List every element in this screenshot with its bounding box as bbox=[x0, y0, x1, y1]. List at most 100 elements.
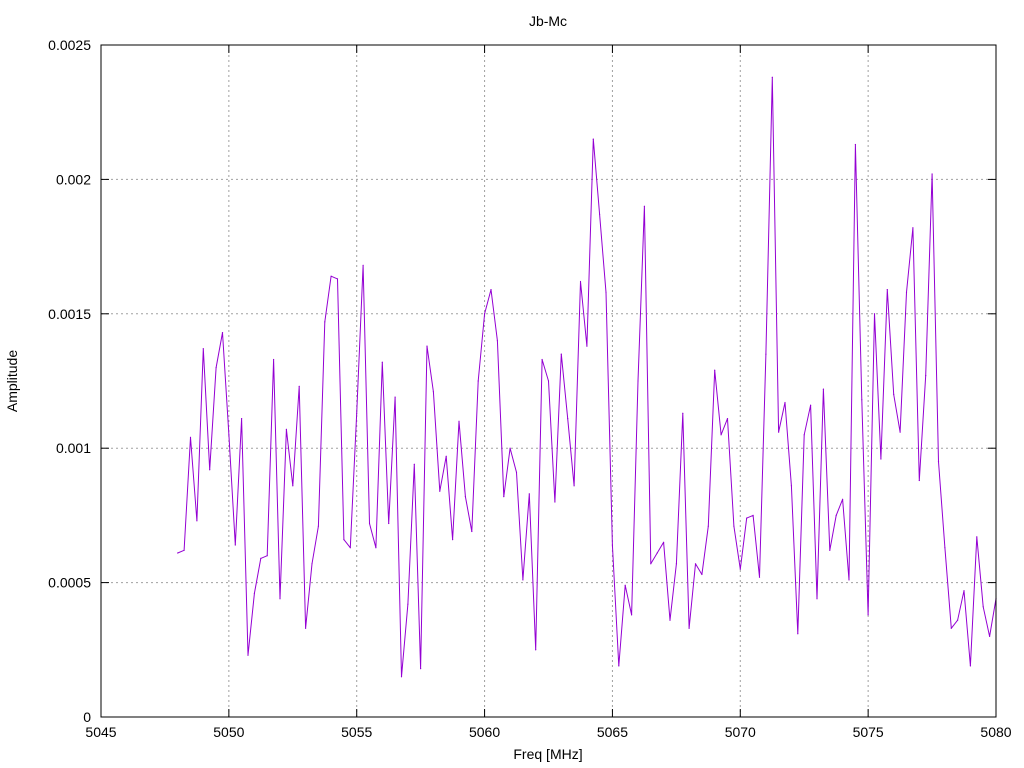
data-point bbox=[215, 367, 217, 369]
x-tick-label: 5070 bbox=[725, 724, 756, 740]
data-point bbox=[471, 530, 473, 533]
data-point bbox=[420, 668, 422, 670]
data-point bbox=[209, 469, 211, 471]
data-point bbox=[739, 568, 741, 570]
data-point bbox=[963, 590, 965, 592]
data-point bbox=[758, 576, 761, 578]
data-point bbox=[554, 501, 556, 503]
data-point bbox=[407, 603, 409, 605]
data-point bbox=[477, 380, 479, 382]
data-point bbox=[669, 619, 671, 621]
data-point bbox=[266, 555, 268, 557]
data-point bbox=[426, 345, 428, 347]
data-point bbox=[234, 544, 236, 546]
y-tick-label: 0.001 bbox=[56, 440, 91, 456]
data-point bbox=[918, 479, 920, 482]
data-point bbox=[605, 291, 607, 293]
data-point bbox=[445, 455, 447, 457]
data-point bbox=[464, 496, 466, 498]
data-point bbox=[535, 649, 537, 651]
data-point bbox=[925, 375, 927, 377]
data-point bbox=[400, 676, 403, 678]
data-point bbox=[515, 471, 518, 473]
data-point bbox=[675, 563, 678, 565]
y-tick-label: 0 bbox=[83, 709, 91, 725]
data-point bbox=[618, 665, 620, 667]
data-point bbox=[822, 388, 825, 390]
data-point bbox=[177, 552, 179, 554]
data-point bbox=[733, 525, 735, 527]
x-tick-label: 5055 bbox=[341, 724, 372, 740]
data-point bbox=[330, 275, 332, 277]
data-point bbox=[579, 280, 582, 283]
x-tick-label: 5045 bbox=[85, 724, 116, 740]
x-tick-label: 5080 bbox=[980, 724, 1011, 740]
data-point bbox=[650, 563, 652, 565]
data-point bbox=[931, 173, 933, 175]
data-point bbox=[663, 541, 665, 543]
data-point bbox=[854, 143, 857, 146]
data-point bbox=[746, 517, 748, 519]
data-point bbox=[905, 291, 908, 293]
y-tick-label: 0.0025 bbox=[48, 37, 91, 53]
data-point bbox=[356, 412, 358, 414]
data-point bbox=[484, 313, 486, 315]
data-point bbox=[541, 358, 543, 361]
data-point bbox=[682, 412, 684, 414]
data-point bbox=[656, 552, 658, 554]
data-point bbox=[950, 627, 952, 629]
data-point bbox=[720, 434, 722, 436]
x-tick-label: 5075 bbox=[853, 724, 884, 740]
data-point bbox=[522, 579, 524, 581]
data-point bbox=[803, 434, 805, 436]
data-point bbox=[285, 428, 287, 430]
x-axis-label: Freq [MHz] bbox=[513, 746, 582, 762]
data-point bbox=[458, 420, 460, 422]
data-point bbox=[989, 635, 991, 638]
data-point bbox=[880, 458, 882, 460]
data-point bbox=[784, 401, 786, 404]
data-point bbox=[241, 418, 243, 420]
data-point bbox=[547, 380, 550, 382]
x-tick-label: 5050 bbox=[213, 724, 244, 740]
data-point bbox=[394, 396, 396, 398]
data-point bbox=[957, 619, 959, 621]
data-point bbox=[899, 431, 901, 433]
data-point bbox=[643, 205, 646, 207]
data-point bbox=[982, 606, 984, 608]
data-point bbox=[490, 289, 492, 291]
y-tick-label: 0.002 bbox=[56, 171, 91, 187]
data-point bbox=[324, 321, 326, 323]
data-point bbox=[362, 264, 364, 266]
data-point bbox=[631, 614, 633, 616]
data-point bbox=[765, 353, 767, 355]
data-point bbox=[247, 654, 249, 656]
data-point bbox=[368, 522, 371, 525]
data-point bbox=[381, 361, 383, 363]
x-tick-label: 5065 bbox=[597, 724, 628, 740]
y-tick-label: 0.0015 bbox=[48, 306, 91, 322]
data-point bbox=[867, 614, 869, 616]
data-point bbox=[842, 498, 844, 500]
data-point bbox=[707, 525, 709, 527]
data-point bbox=[279, 598, 281, 600]
data-point bbox=[439, 490, 441, 492]
data-point bbox=[797, 633, 799, 635]
data-point bbox=[189, 436, 192, 438]
chart-title: Jb-Mc bbox=[529, 13, 567, 29]
data-point bbox=[624, 584, 626, 586]
data-point bbox=[873, 313, 876, 315]
data-point bbox=[861, 399, 863, 401]
data-point bbox=[413, 463, 415, 465]
data-point bbox=[311, 563, 313, 565]
data-point bbox=[835, 514, 837, 517]
data-point bbox=[388, 522, 390, 525]
data-point bbox=[829, 549, 831, 551]
data-point bbox=[305, 627, 307, 629]
data-point bbox=[292, 485, 294, 487]
data-point bbox=[810, 404, 812, 406]
data-point bbox=[253, 592, 255, 595]
data-point bbox=[298, 385, 300, 387]
data-point bbox=[343, 539, 345, 541]
data-point bbox=[560, 353, 562, 355]
